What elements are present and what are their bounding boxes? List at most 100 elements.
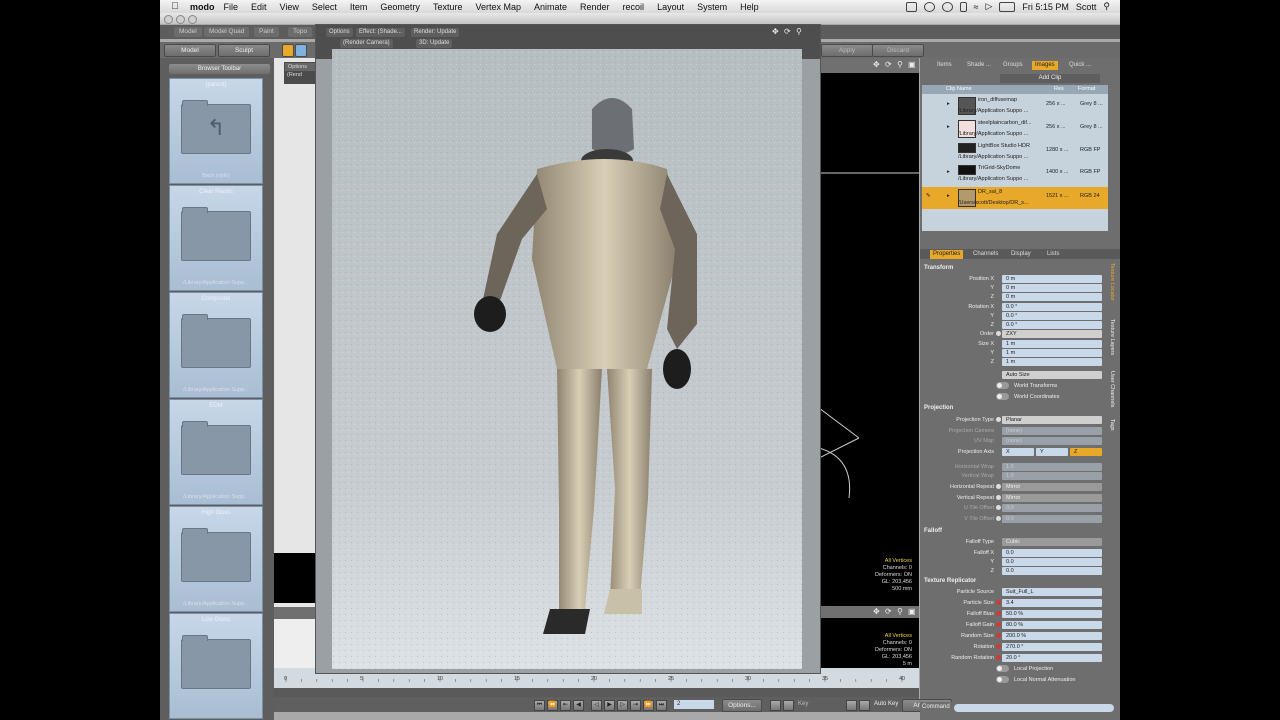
transform-section[interactable]: Transform	[924, 264, 953, 273]
falloff-y-field[interactable]: 0.0	[1002, 558, 1102, 566]
step-back-icon[interactable]: ◀	[573, 700, 584, 711]
tab-user-channels[interactable]: User Channels	[1109, 371, 1115, 407]
options-button[interactable]: Options...	[722, 699, 762, 712]
add-clip-button[interactable]: Add Clip	[1000, 74, 1100, 83]
shield-icon[interactable]	[295, 44, 307, 57]
world-transforms-toggle[interactable]	[996, 382, 1009, 389]
falloff-section[interactable]: Falloff	[924, 527, 942, 536]
go-start-icon[interactable]: ⏮	[534, 700, 545, 711]
menu-system[interactable]: System	[697, 2, 727, 12]
menu-render[interactable]: Render	[580, 2, 610, 12]
axis-x-button[interactable]: X	[1002, 448, 1034, 456]
auto-key-label[interactable]: Auto Key	[874, 701, 898, 707]
rotation-keyframe-dot[interactable]	[996, 644, 1001, 649]
random-size-keyframe-dot[interactable]	[996, 633, 1001, 638]
v-tile-offset-field[interactable]: 0.0	[1002, 515, 1102, 523]
command-input[interactable]	[954, 704, 1114, 712]
rotation-x-field[interactable]: 0.0 °	[1002, 303, 1102, 311]
projection-type-dropdown[interactable]: Planar	[1002, 416, 1102, 424]
app-menu[interactable]: modo	[190, 2, 215, 12]
sculpt-button[interactable]: Sculpt	[218, 44, 270, 57]
falloff-gain-field[interactable]: 80.0 %	[1002, 621, 1102, 629]
tab-model[interactable]: Model	[174, 27, 202, 37]
move-view-icon[interactable]: ✥	[873, 607, 880, 616]
key-label[interactable]: Key	[798, 701, 808, 707]
tab-items[interactable]: Items	[934, 61, 955, 70]
discard-button[interactable]: Discard	[872, 44, 924, 57]
size-y-field[interactable]: 1 m	[1002, 349, 1102, 357]
random-rotation-keyframe-dot[interactable]	[996, 655, 1001, 660]
render-options-button[interactable]: Options	[326, 28, 353, 37]
move-view-icon[interactable]: ✥	[873, 60, 880, 69]
next-key-icon[interactable]: ⏩	[643, 700, 654, 711]
menu-texture[interactable]: Texture	[433, 2, 463, 12]
zoom-view-icon[interactable]: ⚲	[897, 607, 903, 616]
tab-shader-tree[interactable]: Shade ...	[964, 61, 994, 70]
rotation-field[interactable]: 270.0 °	[1002, 643, 1102, 651]
size-z-field[interactable]: 1 m	[1002, 358, 1102, 366]
tab-tags[interactable]: Tags	[1109, 419, 1115, 431]
rotate-view-icon[interactable]: ⟳	[784, 27, 791, 36]
clip-row[interactable]: ▸ TriGrid-SkyDome /Library/Application S…	[922, 163, 1108, 185]
expand-icon[interactable]: ▸	[947, 169, 950, 175]
preset-tile-clear-plastic[interactable]: Clear Plastic /Library/Application Supp.…	[169, 185, 263, 291]
auto-key-toggle-icon[interactable]	[859, 700, 870, 711]
key-icon[interactable]	[783, 700, 794, 711]
time-machine-icon[interactable]	[941, 1, 953, 12]
menu-recoil[interactable]: recoil	[623, 2, 645, 12]
expand-icon[interactable]: ▸	[947, 193, 950, 199]
maximize-view-icon[interactable]: ▣	[908, 607, 916, 616]
prev-key-icon[interactable]: ⏪	[547, 700, 558, 711]
preset-tile-high-gloss[interactable]: High Gloss /Library/Application Supp...	[169, 506, 263, 612]
play-icon[interactable]: ▶	[604, 700, 615, 711]
rotation-z-field[interactable]: 0.0 °	[1002, 321, 1102, 329]
clip-row[interactable]: LightBox Studio HDR /Library/Application…	[922, 141, 1108, 163]
render-update-dropdown[interactable]: Render: Update	[411, 28, 460, 37]
spotlight-icon[interactable]: ⚲	[1103, 1, 1110, 12]
auto-size-button[interactable]: Auto Size	[1002, 371, 1102, 379]
prev-frame-icon[interactable]: ⇤	[560, 700, 571, 711]
browser-toolbar[interactable]: Browser Toolbar	[169, 64, 270, 74]
falloff-bias-field[interactable]: 50.0 %	[1002, 610, 1102, 618]
expand-icon[interactable]: ▸	[947, 124, 950, 130]
menu-help[interactable]: Help	[740, 2, 759, 12]
play-reverse-icon[interactable]: ◁	[591, 700, 602, 711]
clock[interactable]: Fri 5:15 PM	[1022, 2, 1069, 12]
viewport-options-button[interactable]: Options	[285, 63, 315, 71]
apple-icon[interactable]: 	[168, 1, 182, 12]
bluetooth-icon[interactable]	[959, 1, 967, 12]
position-x-field[interactable]: 0 m	[1002, 275, 1102, 283]
projection-camera-dropdown[interactable]: (none)	[1002, 427, 1102, 435]
vertical-wrap-field[interactable]: 1.0	[1002, 472, 1102, 480]
random-rotation-field[interactable]: 20.0 °	[1002, 654, 1102, 662]
size-x-field[interactable]: 1 m	[1002, 340, 1102, 348]
menu-layout[interactable]: Layout	[657, 2, 684, 12]
auto-key-icon[interactable]	[846, 700, 857, 711]
particle-size-field[interactable]: 3.4	[1002, 599, 1102, 607]
volume-icon[interactable]: ▷	[985, 1, 992, 12]
preset-tile-composite[interactable]: Composite /Library/Application Supp...	[169, 292, 263, 398]
falloff-z-field[interactable]: 0.0	[1002, 567, 1102, 575]
tab-texture-locator[interactable]: Texture Locator	[1109, 263, 1115, 301]
effect-dropdown[interactable]: Effect: (Shade...	[356, 28, 405, 37]
tab-lists[interactable]: Lists	[1044, 250, 1062, 259]
pencil-icon[interactable]: ✎	[926, 193, 931, 199]
tab-texture-layers[interactable]: Texture Layers	[1109, 319, 1115, 355]
render-preview[interactable]	[332, 49, 802, 669]
key-filter-icon[interactable]	[770, 700, 781, 711]
move-view-icon[interactable]: ✥	[772, 27, 779, 36]
uv-map-dropdown[interactable]: (none)	[1002, 437, 1102, 445]
expand-icon[interactable]: ▸	[947, 101, 950, 107]
falloff-type-dropdown[interactable]: Cubic	[1002, 538, 1102, 546]
tab-channels[interactable]: Channels	[970, 250, 1001, 259]
clip-row[interactable]: ▸ iron_diffusemap /Library/Application S…	[922, 95, 1108, 117]
menu-view[interactable]: View	[280, 2, 299, 12]
tab-topo[interactable]: Topo	[288, 27, 313, 37]
maximize-view-icon[interactable]: ▣	[908, 60, 916, 69]
preset-tile-low-gloss[interactable]: Low Gloss	[169, 613, 263, 719]
tab-properties[interactable]: Properties	[930, 250, 964, 259]
menu-select[interactable]: Select	[312, 2, 337, 12]
menu-edit[interactable]: Edit	[251, 2, 267, 12]
wifi-icon[interactable]: ≈	[974, 2, 979, 12]
horizontal-wrap-field[interactable]: 1.0	[1002, 463, 1102, 471]
